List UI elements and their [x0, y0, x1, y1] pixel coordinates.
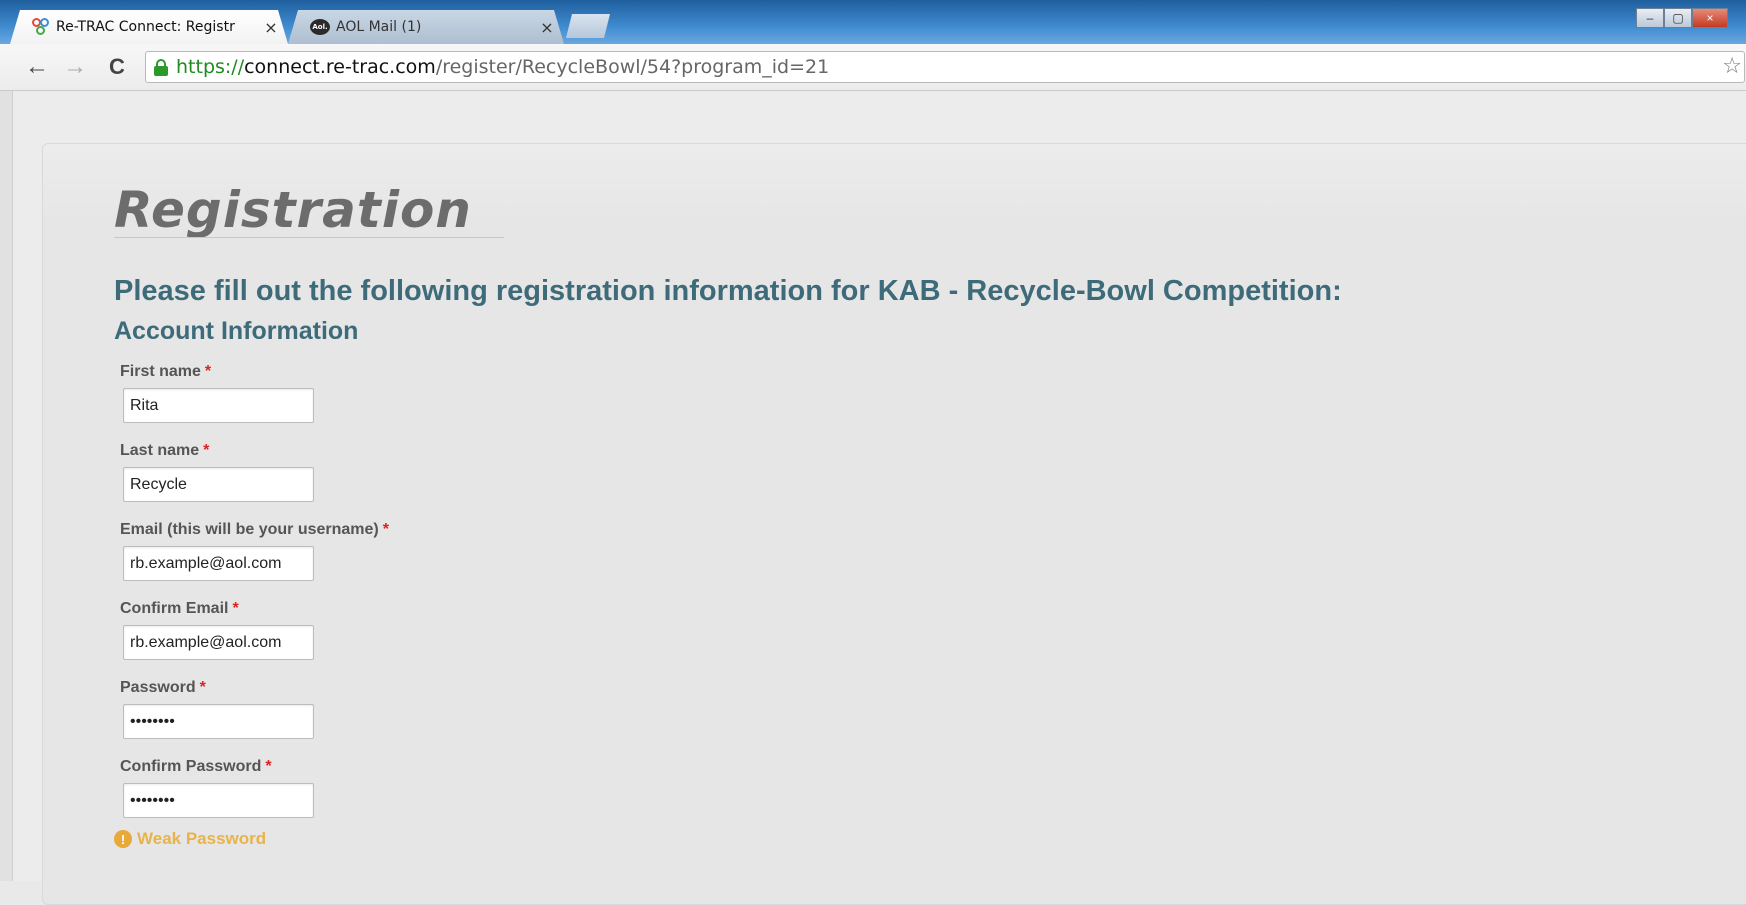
- required-marker: *: [265, 758, 272, 775]
- required-marker: *: [204, 363, 212, 380]
- close-window-button[interactable]: ×: [1692, 8, 1728, 28]
- email-field: Email (this will be your username) *: [120, 521, 389, 581]
- address-bar[interactable]: https://connect.re-trac.com/register/Rec…: [145, 51, 1745, 83]
- lock-icon: [154, 59, 168, 76]
- window-controls: – ▢ ×: [1636, 8, 1728, 28]
- reload-button[interactable]: C: [102, 52, 132, 82]
- confirm-password-label: Confirm Password *: [120, 758, 272, 775]
- reload-icon: C: [109, 54, 125, 79]
- tab-title: Re-TRAC Connect: Registr: [56, 19, 235, 35]
- tab-close-icon[interactable]: ×: [540, 18, 554, 37]
- url-host: connect.re-trac.com: [244, 56, 436, 78]
- retrac-favicon-icon: [32, 18, 50, 36]
- forward-arrow-icon: →: [63, 53, 87, 80]
- forward-button[interactable]: →: [60, 52, 90, 82]
- last-name-input[interactable]: [123, 467, 314, 502]
- first-name-input[interactable]: [123, 388, 314, 423]
- tab-close-icon[interactable]: ×: [264, 18, 278, 37]
- browser-tabstrip: Re-TRAC Connect: Registr × Aol. AOL Mail…: [0, 0, 1746, 44]
- warning-icon: !: [114, 830, 132, 848]
- required-marker: *: [203, 442, 210, 459]
- email-label: Email (this will be your username) *: [120, 521, 389, 538]
- confirm-email-input[interactable]: [123, 625, 314, 660]
- section-heading-account-information: Account Information: [114, 317, 359, 345]
- password-label: Password *: [120, 679, 206, 696]
- new-tab-button[interactable]: [566, 14, 610, 38]
- required-marker: *: [382, 521, 389, 538]
- confirm-email-label: Confirm Email *: [120, 600, 239, 617]
- title-divider: [114, 237, 504, 238]
- confirm-password-field: Confirm Password *: [120, 758, 314, 818]
- confirm-email-field: Confirm Email *: [120, 600, 314, 660]
- intro-heading: Please fill out the following registrati…: [114, 275, 1342, 307]
- maximize-button[interactable]: ▢: [1664, 8, 1692, 28]
- first-name-label: First name *: [120, 363, 212, 380]
- password-strength-text: Weak Password: [137, 829, 267, 848]
- tab-aol-mail[interactable]: Aol. AOL Mail (1) ×: [288, 10, 564, 44]
- tab-title: AOL Mail (1): [336, 19, 422, 35]
- url-path: /register/RecycleBowl/54?program_id=21: [435, 56, 830, 78]
- tab-retrac-connect[interactable]: Re-TRAC Connect: Registr ×: [10, 10, 288, 44]
- required-marker: *: [199, 679, 206, 696]
- minimize-button[interactable]: –: [1636, 8, 1664, 28]
- email-input[interactable]: [123, 546, 314, 581]
- aol-favicon-icon: Aol.: [310, 19, 330, 35]
- page-viewport: Registration Please fill out the followi…: [0, 91, 1746, 905]
- back-arrow-icon: ←: [25, 53, 49, 80]
- confirm-password-input[interactable]: [123, 783, 314, 818]
- first-name-field: First name *: [120, 363, 314, 423]
- page-title: Registration: [114, 181, 472, 239]
- browser-toolbar: ← → C https://connect.re-trac.com/regist…: [0, 44, 1746, 91]
- url-scheme: https://: [176, 56, 245, 78]
- bookmark-star-icon[interactable]: ☆: [1722, 54, 1742, 79]
- password-strength-indicator: ! Weak Password: [114, 829, 266, 849]
- password-field: Password *: [120, 679, 314, 739]
- password-input[interactable]: [123, 704, 314, 739]
- last-name-label: Last name *: [120, 442, 210, 459]
- last-name-field: Last name *: [120, 442, 314, 502]
- back-button[interactable]: ←: [22, 52, 52, 82]
- left-edge-strip: [0, 91, 13, 881]
- required-marker: *: [232, 600, 239, 617]
